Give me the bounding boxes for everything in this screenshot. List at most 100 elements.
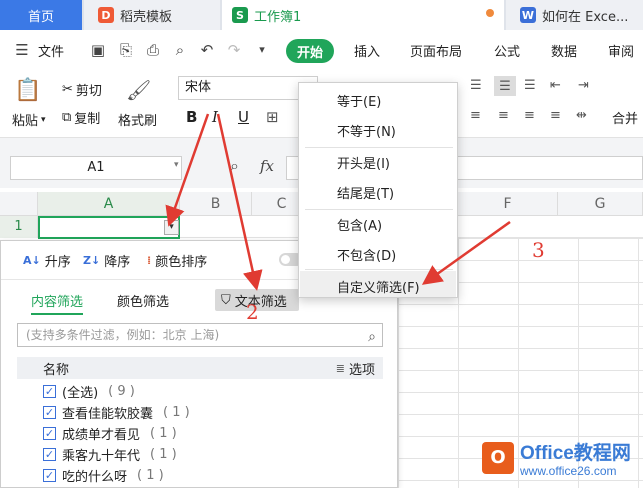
fx-icon[interactable]: fx	[260, 157, 274, 175]
list-item-count: ( 1 )	[150, 446, 177, 462]
redo-icon[interactable]: ↷	[226, 42, 242, 58]
list-item[interactable]: ✓ (全选) ( 9 )	[43, 381, 135, 401]
docer-icon: D	[98, 7, 114, 23]
cut-label: 剪切	[75, 84, 102, 99]
search-icon[interactable]: ⌕	[368, 326, 376, 348]
menu-insert[interactable]: 插入	[354, 41, 380, 60]
align-middle-icon[interactable]: ☰	[494, 76, 516, 96]
filter-dropdown-button[interactable]: ▾	[164, 220, 179, 235]
menu-data[interactable]: 数据	[551, 41, 577, 60]
menu-item-begins-with[interactable]: 开头是(I)	[337, 153, 390, 172]
print-icon[interactable]: ⎙	[145, 42, 161, 58]
list-item[interactable]: ✓ 查看佳能软胶囊 ( 1 )	[43, 402, 190, 422]
name-box-chevron-down-icon[interactable]: ▾	[174, 160, 179, 170]
align-left-icon[interactable]: ≡	[470, 108, 481, 123]
list-item-label: 查看佳能软胶囊	[62, 406, 154, 422]
menu-file[interactable]: 文件	[38, 41, 64, 60]
column-header-f[interactable]: F	[458, 192, 558, 216]
hamburger-menu-icon[interactable]: ☰	[14, 42, 30, 58]
menu-bar: ☰ 文件 ▣ ⎘ ⎙ ⌕ ↶ ↷ ▾ 开始 插入 页面布局 公式 数据 审阅	[0, 30, 643, 72]
tab-workbook[interactable]: S 工作簿1	[222, 0, 504, 30]
tab-content-filter[interactable]: 内容筛选	[31, 291, 84, 315]
checkbox-checked-icon[interactable]: ✓	[43, 468, 56, 482]
list-item-label: 吃的什么呀	[62, 469, 128, 485]
menu-item-custom-filter[interactable]: 自定义筛选(F)	[337, 277, 420, 296]
save-icon[interactable]: ▣	[90, 42, 106, 58]
column-header-g[interactable]: G	[558, 192, 643, 216]
sort-asc-icon: A↓	[23, 254, 41, 267]
indent-increase-icon[interactable]: ⇥	[578, 78, 589, 93]
format-painter-label: 格式刷	[118, 114, 158, 129]
list-item[interactable]: ✓ 乘客九十年代 ( 1 )	[43, 444, 177, 464]
tab-label: 稻壳模板	[120, 9, 173, 25]
tab-home[interactable]: 首页	[0, 0, 82, 30]
menu-formula[interactable]: 公式	[494, 41, 520, 60]
checkbox-checked-icon[interactable]: ✓	[43, 405, 56, 419]
menu-item-contains[interactable]: 包含(A)	[337, 215, 382, 234]
list-item[interactable]: ✓ 成绩单才看见 ( 1 )	[43, 423, 177, 443]
menu-item-ends-with[interactable]: 结尾是(T)	[337, 183, 394, 202]
tab-color-filter[interactable]: 颜色筛选	[117, 291, 169, 310]
checkbox-checked-icon[interactable]: ✓	[43, 426, 56, 440]
corner-select-all[interactable]	[0, 192, 38, 216]
funnel-icon: ⛉	[221, 292, 231, 308]
tab-docer-templates[interactable]: D 稻壳模板	[84, 0, 220, 30]
bold-icon[interactable]: B	[186, 108, 197, 126]
list-item-label: 成绩单才看见	[62, 427, 141, 443]
watermark-title: Office教程网	[520, 443, 631, 464]
watermark-url: www.office26.com	[520, 464, 617, 478]
zoom-search-icon[interactable]: ⌕	[230, 156, 239, 176]
sort-desc-icon: Z↓	[83, 254, 101, 267]
menu-start[interactable]: 开始	[286, 39, 334, 63]
menu-page-layout[interactable]: 页面布局	[410, 41, 462, 60]
sort-asc-button[interactable]: A↓ 升序	[23, 251, 71, 270]
menu-divider	[305, 269, 453, 270]
export-icon[interactable]: ⎘	[118, 42, 134, 58]
cut-button[interactable]: ✂ 剪切	[62, 80, 102, 99]
options-button[interactable]: ≣ 选项	[336, 359, 375, 378]
checkbox-checked-icon[interactable]: ✓	[43, 384, 56, 398]
row-header-1[interactable]: 1	[0, 216, 38, 238]
options-icon: ≣	[335, 361, 345, 375]
name-box[interactable]: A1	[10, 156, 182, 180]
align-right-icon[interactable]: ≡	[524, 108, 535, 123]
align-bottom-icon[interactable]: ☰	[524, 78, 536, 93]
italic-icon[interactable]: I	[212, 108, 218, 126]
menu-item-not-equals[interactable]: 不等于(N)	[337, 121, 396, 140]
sort-asc-label: 升序	[44, 255, 71, 270]
spreadsheet-icon: S	[232, 7, 248, 23]
list-item[interactable]: ✓ 吃的什么呀 ( 1 )	[43, 465, 164, 485]
print-preview-icon[interactable]: ⌕	[172, 42, 188, 58]
column-header-b[interactable]: B	[180, 192, 252, 216]
checkbox-checked-icon[interactable]: ✓	[43, 447, 56, 461]
office-logo-icon: O	[482, 442, 514, 474]
color-sort-button[interactable]: ⁞ 颜色排序	[147, 251, 207, 270]
list-item-count: ( 1 )	[137, 467, 164, 483]
sort-desc-button[interactable]: Z↓ 降序	[83, 251, 130, 270]
filter-search-input[interactable]: (支持多条件过滤，例如：北京 上海) ⌕	[17, 323, 383, 347]
tab-document[interactable]: W 如何在 Exce...	[506, 0, 643, 30]
undo-icon[interactable]: ↶	[199, 42, 215, 58]
font-name-select[interactable]: 宋体	[178, 76, 318, 100]
distribute-icon[interactable]: ⇹	[576, 108, 587, 123]
indent-decrease-icon[interactable]: ⇤	[550, 78, 561, 93]
align-center-icon[interactable]: ≡	[498, 108, 509, 123]
merge-button[interactable]: 合并	[612, 108, 638, 127]
list-item-count: ( 9 )	[108, 383, 135, 399]
format-painter-icon[interactable]: 🖌	[126, 78, 151, 102]
menu-item-not-contains[interactable]: 不包含(D)	[337, 245, 396, 264]
copy-button[interactable]: ⧉ 复制	[62, 108, 100, 127]
paste-button[interactable]: 粘贴 ▾	[12, 110, 46, 129]
menu-review[interactable]: 审阅	[608, 41, 634, 60]
menu-item-equals[interactable]: 等于(E)	[337, 91, 381, 110]
customize-chevron-down-icon[interactable]: ▾	[254, 42, 270, 58]
justify-icon[interactable]: ≡	[550, 108, 561, 123]
format-painter-button[interactable]: 格式刷	[118, 110, 157, 129]
list-item-count: ( 1 )	[163, 404, 190, 420]
border-icon[interactable]: ⊞	[266, 108, 279, 126]
paste-icon[interactable]: 📋	[14, 78, 41, 103]
column-header-a[interactable]: A	[38, 192, 180, 216]
underline-icon[interactable]: U	[238, 108, 249, 126]
align-top-icon[interactable]: ☰	[470, 78, 482, 93]
selected-cell-a1[interactable]	[38, 216, 180, 239]
